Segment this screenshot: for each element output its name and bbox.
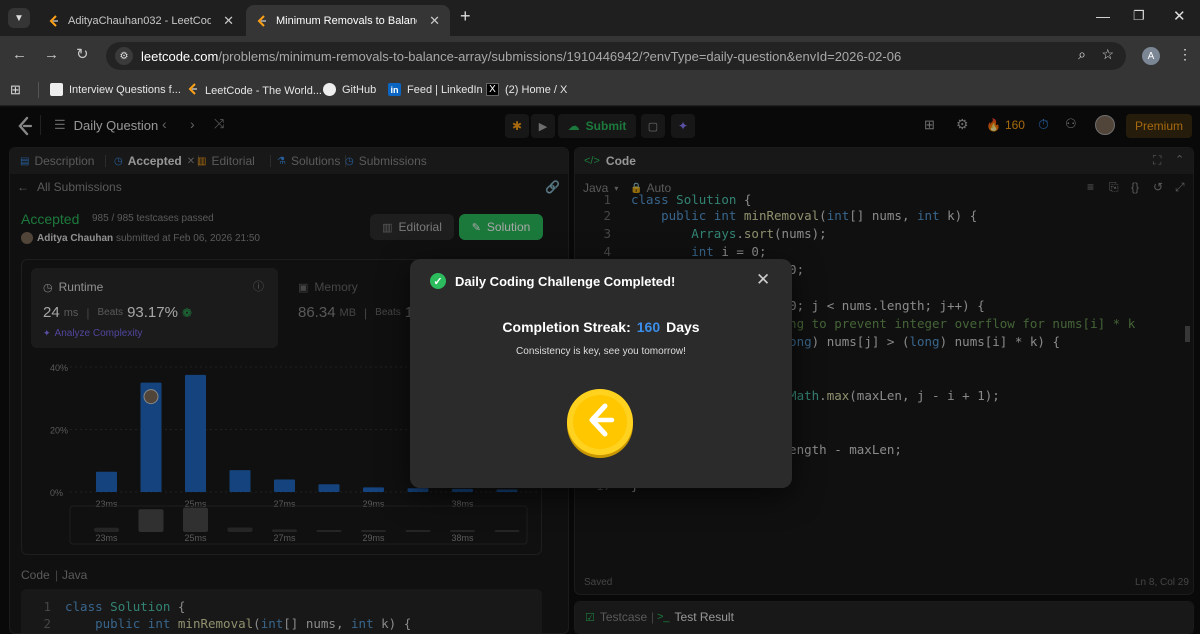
leetcode-coin-icon: [565, 386, 635, 463]
bookmark-page-icon: [50, 83, 63, 96]
modal-message: Consistency is key, see you tomorrow!: [516, 346, 686, 357]
restore-icon[interactable]: ❐: [1133, 8, 1145, 24]
bookmark-linkedin[interactable]: in Feed | LinkedIn: [388, 83, 483, 96]
completion-streak: Completion Streak: 160 Days: [502, 319, 700, 335]
leetcode-favicon-icon: [48, 14, 60, 27]
minimize-icon[interactable]: —: [1096, 8, 1110, 24]
bookmark-interview[interactable]: Interview Questions f...: [50, 83, 181, 96]
bookmark-x[interactable]: X (2) Home / X: [486, 83, 567, 96]
daily-challenge-modal: ✓ Daily Coding Challenge Completed! ✕ Co…: [410, 259, 792, 488]
forward-arrow-icon[interactable]: →: [44, 46, 59, 63]
x-logo-icon: X: [486, 83, 499, 96]
check-circle-icon: ✓: [430, 273, 446, 289]
linkedin-icon: in: [388, 83, 401, 96]
url-path: /problems/minimum-removals-to-balance-ar…: [218, 48, 902, 64]
close-icon[interactable]: ✕: [429, 13, 440, 29]
tab-title: AdityaChauhan032 - LeetCode Pro: [68, 14, 212, 27]
browser-tab-profile[interactable]: AdityaChauhan032 - LeetCode Pro ✕: [38, 5, 244, 36]
leetcode-favicon-icon: [256, 14, 268, 27]
bookmark-star-icon[interactable]: ☆: [1101, 46, 1114, 63]
profile-avatar[interactable]: A: [1142, 47, 1160, 65]
window-close-icon[interactable]: ✕: [1173, 7, 1186, 25]
browser-tab-problem[interactable]: Minimum Removals to Balance Ar ✕: [246, 5, 450, 36]
url-host: leetcode.com: [141, 48, 219, 64]
reload-icon[interactable]: ↻: [76, 45, 89, 63]
modal-header: ✓ Daily Coding Challenge Completed!: [430, 273, 675, 289]
address-bar[interactable]: ⚙ leetcode.com/problems/minimum-removals…: [106, 42, 1126, 70]
github-icon: [323, 83, 336, 96]
zoom-search-icon[interactable]: ⌕: [1078, 46, 1086, 63]
back-arrow-icon[interactable]: ←: [12, 46, 27, 63]
tab-title: Minimum Removals to Balance Ar: [276, 14, 417, 27]
site-settings-icon[interactable]: ⚙: [115, 47, 133, 65]
bookmark-leetcode[interactable]: LeetCode - The World...: [187, 83, 322, 98]
chevron-down-icon: ▼: [14, 12, 24, 24]
divider: [38, 82, 39, 98]
close-icon[interactable]: ✕: [223, 13, 234, 29]
leetcode-favicon-icon: [187, 83, 199, 98]
bookmarks-bar: ⊞ Interview Questions f... LeetCode - Th…: [0, 76, 1200, 106]
browser-tab-strip: ▼ AdityaChauhan032 - LeetCode Pro ✕ Mini…: [0, 0, 1200, 36]
new-tab-plus-icon[interactable]: +: [460, 6, 471, 27]
more-menu-icon[interactable]: ⋮: [1178, 46, 1192, 63]
close-icon[interactable]: ✕: [756, 270, 770, 290]
tab-search-button[interactable]: ▼: [8, 8, 30, 28]
apps-grid-icon[interactable]: ⊞: [10, 82, 21, 98]
bookmark-github[interactable]: GitHub: [323, 83, 376, 96]
